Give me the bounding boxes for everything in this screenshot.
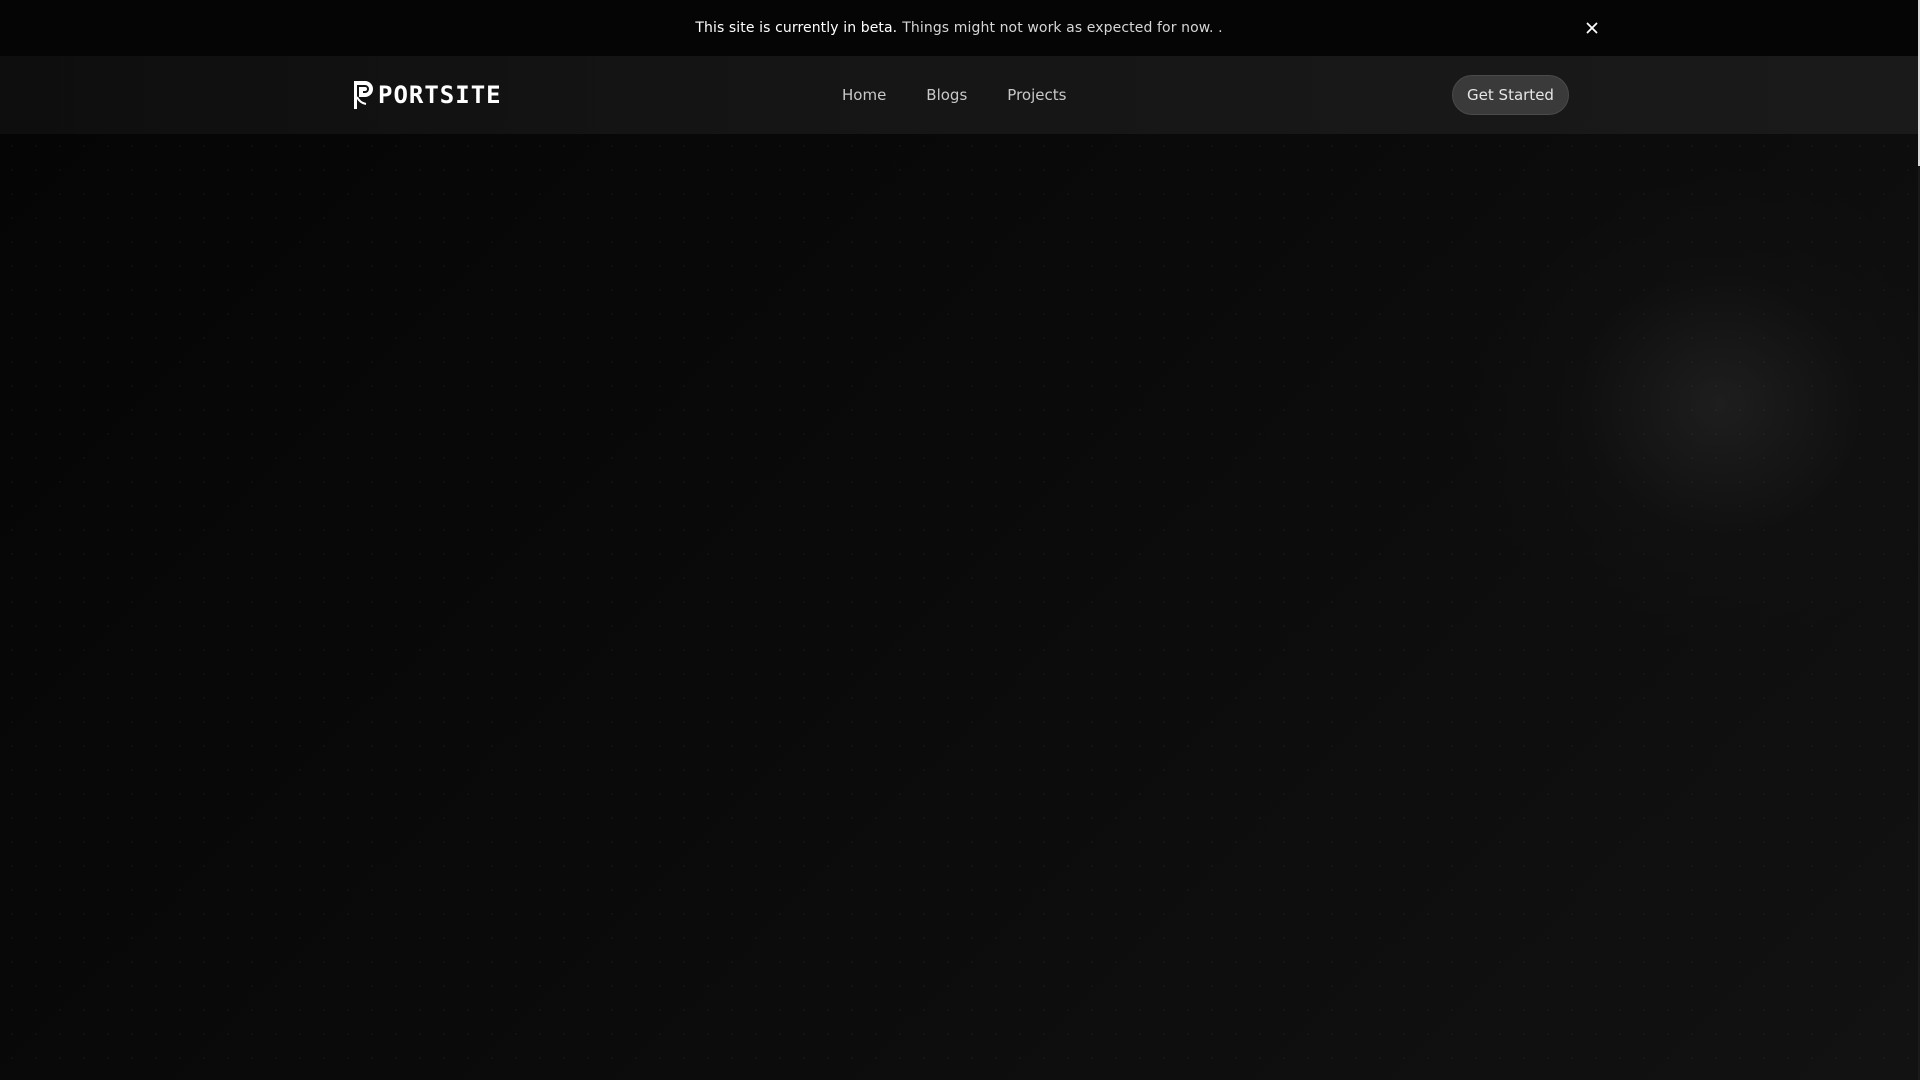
- nav-link-blogs[interactable]: Blogs: [926, 86, 967, 104]
- close-banner-button[interactable]: [1580, 16, 1604, 40]
- logo[interactable]: PORTSITE: [350, 78, 502, 112]
- nav-links: Home Blogs Projects: [842, 56, 1066, 134]
- hero-dot-pattern: [0, 134, 1918, 1080]
- hero-background: [0, 134, 1918, 1080]
- page: This site is currently in beta. Things m…: [0, 0, 1920, 1080]
- portsite-logo-icon: [354, 81, 373, 109]
- get-started-button[interactable]: Get Started: [1452, 75, 1569, 115]
- beta-banner-text: Things might not work as expected for no…: [902, 20, 1223, 36]
- logo-text: PORTSITE: [378, 81, 502, 109]
- beta-banner-strong-text: This site is currently in beta.: [695, 20, 898, 36]
- beta-banner: This site is currently in beta. Things m…: [0, 0, 1918, 56]
- navbar: PORTSITE Home Blogs Projects Get Started: [0, 56, 1918, 134]
- close-icon: [1586, 22, 1598, 34]
- nav-link-home[interactable]: Home: [842, 86, 886, 104]
- nav-link-projects[interactable]: Projects: [1007, 86, 1066, 104]
